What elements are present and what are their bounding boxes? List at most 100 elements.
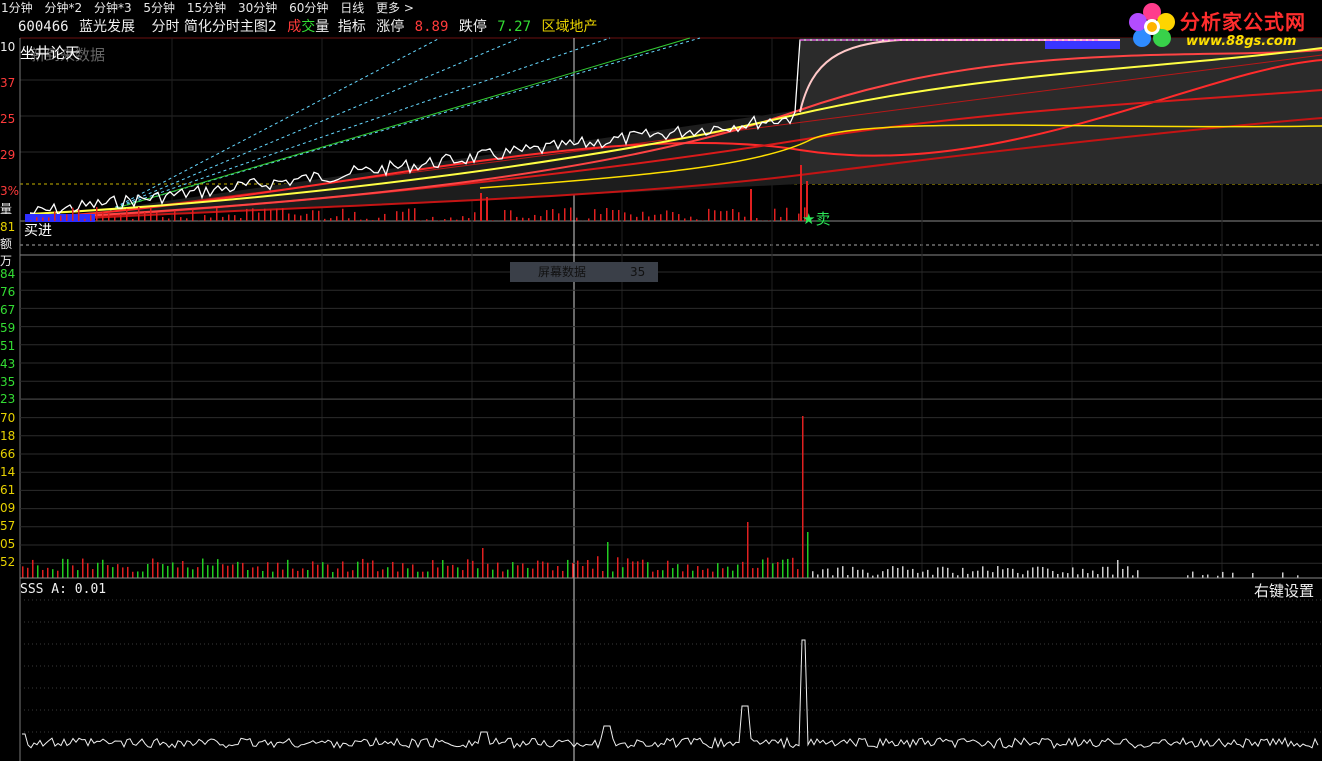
signal-bar: [168, 218, 170, 221]
timeframe-3min[interactable]: 分钟*3: [93, 0, 133, 16]
volume-bar: [717, 563, 719, 578]
sector-name[interactable]: 区域地产: [541, 19, 597, 35]
volume-bar: [727, 566, 729, 578]
signal-bar: [594, 209, 596, 221]
timeframe-15min[interactable]: 15分钟: [186, 0, 227, 16]
volume-bar: [1092, 570, 1094, 578]
volume-bar: [87, 563, 89, 578]
volume-bar: [707, 568, 709, 578]
volume-bar: [1077, 574, 1079, 578]
stock-code: 600466: [18, 19, 69, 35]
chart-subtitle: 坐井论天: [20, 44, 81, 62]
volume-bar: [702, 569, 704, 578]
volume-bar: [817, 574, 819, 578]
signal-bar: [174, 210, 176, 221]
signal-bar: [294, 214, 296, 221]
volume-bar: [387, 567, 389, 578]
volume-axis-label: 09: [0, 501, 16, 515]
volume-bar: [627, 558, 629, 578]
timeframe-1min[interactable]: 1分钟: [0, 0, 34, 16]
signal-bar: [66, 214, 68, 221]
signal-bar: [336, 216, 338, 221]
signal-bar: [450, 217, 452, 221]
volume-bar: [422, 571, 424, 578]
volume-bar: [697, 566, 699, 578]
signal-bar: [636, 216, 638, 221]
timeframe-30min[interactable]: 30分钟: [237, 0, 278, 16]
volume-bar: [862, 569, 864, 578]
signal-bar: [186, 218, 188, 221]
signal-bar: [798, 213, 800, 221]
volume-bar: [447, 565, 449, 578]
volume-bar: [887, 569, 889, 578]
timeframe-5min[interactable]: 5分钟: [142, 0, 176, 16]
chart-canvas[interactable]: [0, 0, 1322, 761]
volume-label[interactable]: 成交量: [287, 19, 329, 35]
signal-bar: [672, 212, 674, 221]
volume-bar: [732, 570, 734, 578]
volume-axis-label: 14: [0, 465, 16, 479]
volume-bar: [597, 556, 599, 578]
signal-bar: [732, 209, 734, 221]
volume-bar: [307, 569, 309, 578]
signal-bar: [156, 212, 158, 221]
volume-bar: [772, 563, 774, 578]
signal-bar: [708, 208, 710, 221]
volume-bar: [287, 559, 289, 578]
chart-mode[interactable]: 分时 简化分时主图2: [151, 19, 276, 35]
volume-bar: [472, 560, 474, 578]
volume-axis-label: 66: [0, 447, 16, 461]
signal-bar: [144, 212, 146, 221]
signal-bar: [246, 208, 248, 221]
timeframe-60min[interactable]: 60分钟: [288, 0, 329, 16]
volume-bar: [512, 562, 514, 578]
signal-bar: [132, 218, 134, 221]
volume-bar: [427, 571, 429, 578]
signal-bar: [114, 216, 116, 221]
signal-bar: [570, 207, 572, 221]
volume-bar: [907, 569, 909, 578]
volume-axis-label: 51: [0, 339, 16, 353]
signal-bar: [678, 214, 680, 221]
volume-bar: [342, 561, 344, 578]
volume-bar: [112, 567, 114, 578]
volume-bar: [992, 572, 994, 578]
volume-bar: [827, 568, 829, 578]
volume-axis-label: 35: [0, 375, 16, 389]
signal-bar: [468, 218, 470, 221]
right-click-settings[interactable]: 右键设置: [1254, 580, 1314, 601]
volume-bar: [712, 571, 714, 578]
volume-bar: [962, 567, 964, 578]
volume-bar: [902, 566, 904, 578]
signal-bar: [120, 214, 122, 221]
signal-bar: [486, 197, 488, 221]
timeframe-2min[interactable]: 分钟*2: [43, 0, 83, 16]
volume-bar: [462, 570, 464, 578]
signal-bar: [288, 213, 290, 221]
volume-bar: [562, 570, 564, 578]
signal-bar: [150, 207, 152, 221]
timeframe-daily[interactable]: 日线: [339, 0, 365, 16]
volume-bar: [857, 569, 859, 578]
volume-bar: [42, 569, 44, 578]
signal-bar: [792, 220, 794, 221]
volume-bar: [517, 565, 519, 578]
volume-bar: [767, 557, 769, 578]
volume-bar: [757, 567, 759, 578]
volume-bar: [137, 571, 139, 578]
volume-bar: [1282, 572, 1284, 578]
indicator-button[interactable]: 指标: [338, 19, 366, 35]
volume-axis-label: 70: [0, 411, 16, 425]
volume-bar: [352, 570, 354, 578]
volume-panel[interactable]: [20, 271, 1322, 578]
signal-bar: [558, 213, 560, 221]
indicator-panel[interactable]: [20, 577, 1322, 750]
timeframe-more[interactable]: 更多 >: [375, 0, 415, 16]
volume-bar: [1117, 560, 1119, 578]
volume-bar: [947, 567, 949, 578]
volume-bar: [942, 566, 944, 578]
volume-bar: [867, 572, 869, 578]
volume-bar: [157, 562, 159, 578]
volume-bar: [612, 571, 614, 578]
volume-bar: [682, 571, 684, 578]
